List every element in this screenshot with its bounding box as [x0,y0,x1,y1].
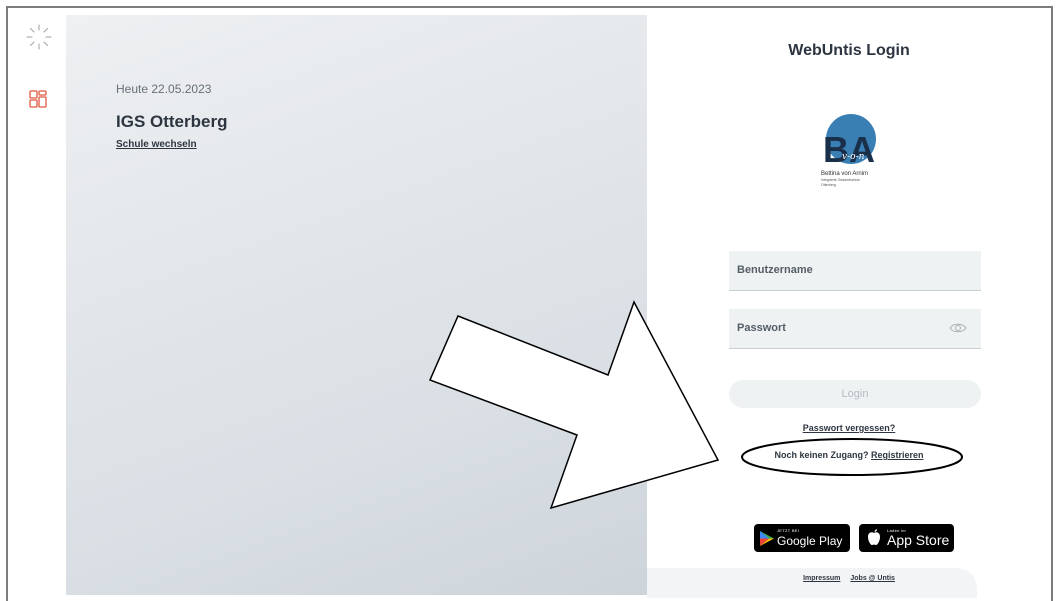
logo-line3: Otterberg [821,183,836,187]
password-field[interactable]: Passwort [729,309,981,349]
forgot-password-link[interactable]: Passwort vergessen? [647,423,1051,433]
school-info-panel: Heute 22.05.2023 IGS Otterberg Schule we… [66,15,647,595]
login-title: WebUntis Login [788,42,910,59]
google-play-badge[interactable]: JETZT BEI Google Play [754,524,850,552]
password-placeholder: Passwort [737,322,786,334]
logo-letters: BA [823,129,875,170]
login-panel: WebUntis Login BA v-o-n Bettina von Arni… [647,15,1051,598]
loading-spinner-icon [26,24,52,50]
register-line: Noch keinen Zugang? Registrieren [647,450,1051,460]
username-field[interactable]: Benutzername [729,251,981,291]
login-button[interactable]: Login [729,380,981,408]
footer-strip [647,568,977,598]
app-store-text: App Store [887,532,950,548]
register-link[interactable]: Registrieren [871,450,924,460]
show-password-eye-icon[interactable] [949,321,967,335]
dashboard-grid-icon[interactable] [29,90,47,108]
today-date: Heute 22.05.2023 [116,82,212,96]
app-store-badge[interactable]: Laden im App Store [859,524,954,552]
switch-school-link[interactable]: Schule wechseln [116,139,197,150]
google-play-icon [760,531,774,546]
impressum-link[interactable]: Impressum [803,575,840,582]
logo-script: v-o-n [842,152,865,162]
google-play-text: Google Play [777,534,843,548]
school-logo: BA v-o-n Bettina von Arnim Integrierte G… [821,114,876,187]
school-name: IGS Otterberg [116,112,228,131]
logo-line1: Bettina von Arnim [821,171,868,177]
no-access-text: Noch keinen Zugang? [774,450,871,460]
google-play-small-text: JETZT BEI [777,528,800,533]
footer-links: Impressum Jobs @ Untis [647,575,1051,582]
logo-line2: Integrierte Gesamtschule [821,178,860,182]
side-rail [20,18,60,138]
username-placeholder: Benutzername [737,264,813,276]
jobs-link[interactable]: Jobs @ Untis [850,575,895,582]
apple-icon [868,529,880,545]
